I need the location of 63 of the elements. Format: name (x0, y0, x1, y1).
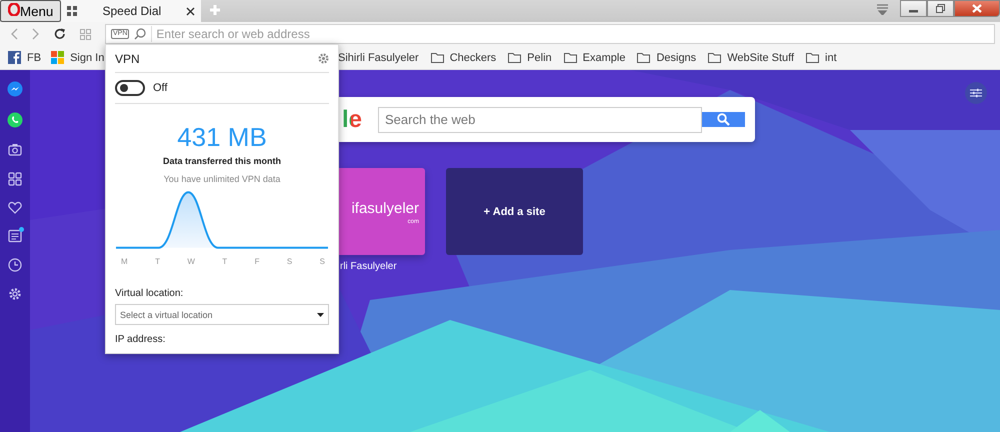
messenger-icon[interactable] (7, 81, 23, 97)
bookmark-folder[interactable]: Designs (637, 52, 696, 64)
address-field[interactable]: Enter search or web address (151, 26, 989, 42)
search-field[interactable]: Search the web (378, 106, 702, 132)
toggle-label: Off (153, 82, 168, 94)
folder-icon (564, 52, 577, 63)
popup-title: VPN (115, 52, 140, 66)
bookmark-folder[interactable]: int (806, 52, 837, 64)
day-label: W (187, 257, 195, 266)
folder-icon (806, 52, 820, 63)
facebook-icon (8, 51, 21, 64)
day-label: T (155, 257, 160, 266)
close-icon (972, 4, 982, 13)
ip-address-label: IP address: (115, 334, 166, 345)
bookmark-folder[interactable]: Example (564, 52, 626, 64)
settings-icon[interactable] (318, 53, 329, 64)
folder-icon (430, 52, 444, 63)
camera-icon[interactable] (8, 143, 22, 157)
tile-label: rli Fasulyeler (339, 261, 397, 272)
minimize-button[interactable] (900, 0, 927, 17)
bookmark[interactable]: FB (8, 51, 42, 64)
folder-icon (637, 52, 650, 63)
folder-icon (508, 52, 522, 63)
restore-icon (936, 4, 945, 13)
tab-menu-icon[interactable] (877, 4, 888, 15)
windows-logo-icon (51, 51, 64, 64)
bookmark-folder[interactable]: Pelin (508, 52, 552, 64)
day-label: S (286, 257, 292, 266)
vpn-toggle[interactable] (115, 80, 145, 96)
bookmark-folder[interactable]: WebSite Stuff (708, 52, 794, 64)
browser-tab[interactable]: Speed Dial (61, 0, 202, 22)
add-site-tile[interactable]: + Add a site (446, 168, 583, 255)
opera-logo-icon (8, 3, 20, 16)
search-button[interactable] (702, 112, 745, 127)
bookmark[interactable]: Sihirli Fasulyeler (338, 52, 419, 64)
data-caption: Data transferred this month (162, 156, 282, 166)
bookmark[interactable]: Sign In (51, 51, 104, 64)
whatsapp-icon[interactable] (7, 112, 23, 128)
reload-icon[interactable] (54, 28, 66, 40)
grid-icon[interactable] (8, 172, 22, 186)
folder-icon (708, 52, 722, 63)
news-icon[interactable] (8, 229, 22, 243)
day-label: T (222, 257, 228, 266)
dropdown-caret-icon (317, 312, 324, 316)
close-window-button[interactable] (954, 0, 1000, 17)
data-note: You have unlimited VPN data (164, 174, 280, 184)
location-select[interactable]: Select a virtual location (115, 304, 329, 325)
day-label: S (320, 257, 325, 266)
day-label: F (254, 257, 260, 266)
speed-dial-icon (67, 6, 78, 16)
location-label: Virtual location: (115, 288, 184, 299)
search-icon (134, 28, 146, 40)
settings-icon[interactable] (8, 287, 22, 301)
sliders-icon (970, 88, 982, 98)
bookmark-folder[interactable]: Checkers (430, 52, 496, 64)
search-icon (717, 113, 730, 126)
data-amount: 431 MB (177, 122, 267, 152)
heart-icon[interactable] (8, 201, 22, 214)
close-icon[interactable] (186, 6, 196, 16)
restore-button[interactable] (927, 0, 954, 17)
day-label: M (121, 257, 128, 266)
menu-button[interactable]: Menu (0, 0, 62, 22)
clock-icon[interactable] (8, 258, 22, 272)
